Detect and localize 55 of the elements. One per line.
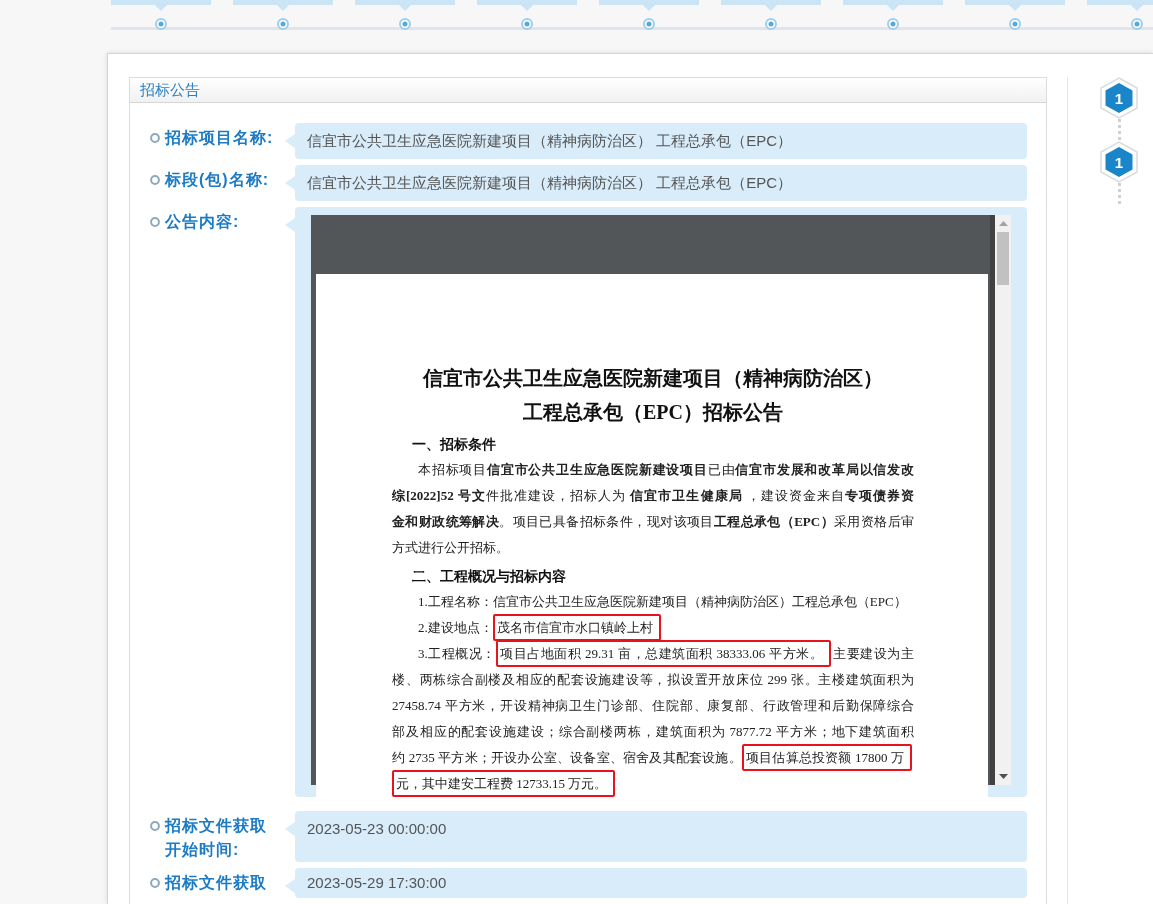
field-value: 2023-05-29 17:30:00 [295, 868, 1027, 898]
scrollbar-thumb[interactable] [997, 232, 1009, 285]
timeline-tab[interactable] [477, 0, 577, 11]
timeline-tab[interactable] [721, 0, 821, 11]
document-text: 金和财政统筹解决。项目已具备招标条件，现对该项目工程总承包（EPC）采用资格后审 [392, 514, 915, 529]
timeline-tab[interactable] [599, 0, 699, 11]
document-text: 2.建设地点： [418, 620, 493, 635]
bullet-icon [150, 133, 160, 143]
document-title: 信宜市公共卫生应急医院新建项目（精神病防治区）工程总承包（EPC）招标公告 [422, 366, 884, 425]
field-value: 信宜市公共卫生应急医院新建项目（精神病防治区） 工程总承包（EPC） [295, 123, 1027, 159]
document-text: 楼、两栋综合副楼及相应的配套设施建设等，拟设置开放床位 299 张。主楼建筑面积为 [392, 672, 914, 687]
document-text: 主要建设为主 [833, 646, 914, 661]
field-value: 信宜市公共卫生应急医院新建项目（精神病防治区） 工程总承包（EPC） [295, 165, 1027, 201]
field-label: 公告内容: [165, 212, 241, 232]
annotated-text: 茂名市信宜市水口镇岭上村 [492, 614, 661, 641]
document-text: 约 2735 平方米；开设办公室、设备室、宿舍及其配套设施。 [392, 750, 742, 765]
field-label: 招标文件获取开始时间: [165, 816, 268, 860]
annotated-text: 元，其中建安工程费 12733.15 万元。 [392, 770, 616, 797]
field-label: 招标项目名称: [165, 128, 275, 148]
document-text: 综[2022]52 号文件批准建设，招标人为 信宜市卫生健康局 ，建设资金来自专项债券资 [392, 488, 915, 503]
document-text: 27458.74 平方米，开设精神病卫生门诊部、住院部、康复部、行政管理和后勤保障综合 [392, 698, 914, 713]
panel-title: 招标公告 [140, 80, 200, 100]
bubble-tail-icon [285, 134, 295, 148]
step-connector [1117, 119, 1121, 141]
bullet-icon [150, 217, 160, 227]
timeline-tab[interactable] [1087, 0, 1153, 11]
section-heading: 一、招标条件 [411, 435, 497, 454]
scrollbar[interactable] [995, 215, 1011, 785]
document-text: 3.工程概况： [418, 646, 496, 661]
document-text: 部及相应的配套设施建设；综合副楼两栋，建筑面积为 7877.72 平方米；地下建筑面积 [392, 724, 914, 739]
timeline-tab[interactable] [111, 0, 211, 11]
bubble-tail-icon [285, 176, 295, 190]
field-value: 2023-05-23 00:00:00 [295, 811, 1027, 862]
timeline-tab[interactable] [355, 0, 455, 11]
bullet-icon [150, 175, 160, 185]
annotated-text: 项目估算总投资额 17800 万 [741, 744, 912, 771]
field-label: 招标文件获取 [165, 873, 268, 893]
timeline-tab[interactable] [843, 0, 943, 11]
step-connector [1117, 183, 1121, 205]
field-label: 标段(包)名称: [165, 170, 270, 190]
section-heading: 二、工程概况与招标内容 [411, 567, 567, 586]
bullet-icon [150, 821, 160, 831]
annotated-text: 项目占地面积 29.31 亩，总建筑面积 38333.06 平方米。 [496, 640, 832, 667]
scroll-down-icon[interactable] [998, 774, 1008, 779]
step-badge: 1 [1099, 141, 1139, 183]
scroll-up-icon[interactable] [998, 221, 1008, 226]
timeline-tab[interactable] [965, 0, 1065, 11]
document-text: 本招标项目信宜市公共卫生应急医院新建设项目已由信宜市发展和改革局以信发改 [418, 462, 915, 477]
bubble-tail-icon [285, 822, 295, 836]
timeline-tab[interactable] [233, 0, 333, 11]
bubble-tail-icon [285, 879, 295, 893]
step-badge: 1 [1099, 77, 1139, 119]
document-text: 方式进行公开招标。 [392, 540, 509, 555]
bullet-icon [150, 878, 160, 888]
document-text: 1.工程名称：信宜市公共卫生应急医院新建项目（精神病防治区）工程总承包（EPC） [418, 594, 907, 609]
